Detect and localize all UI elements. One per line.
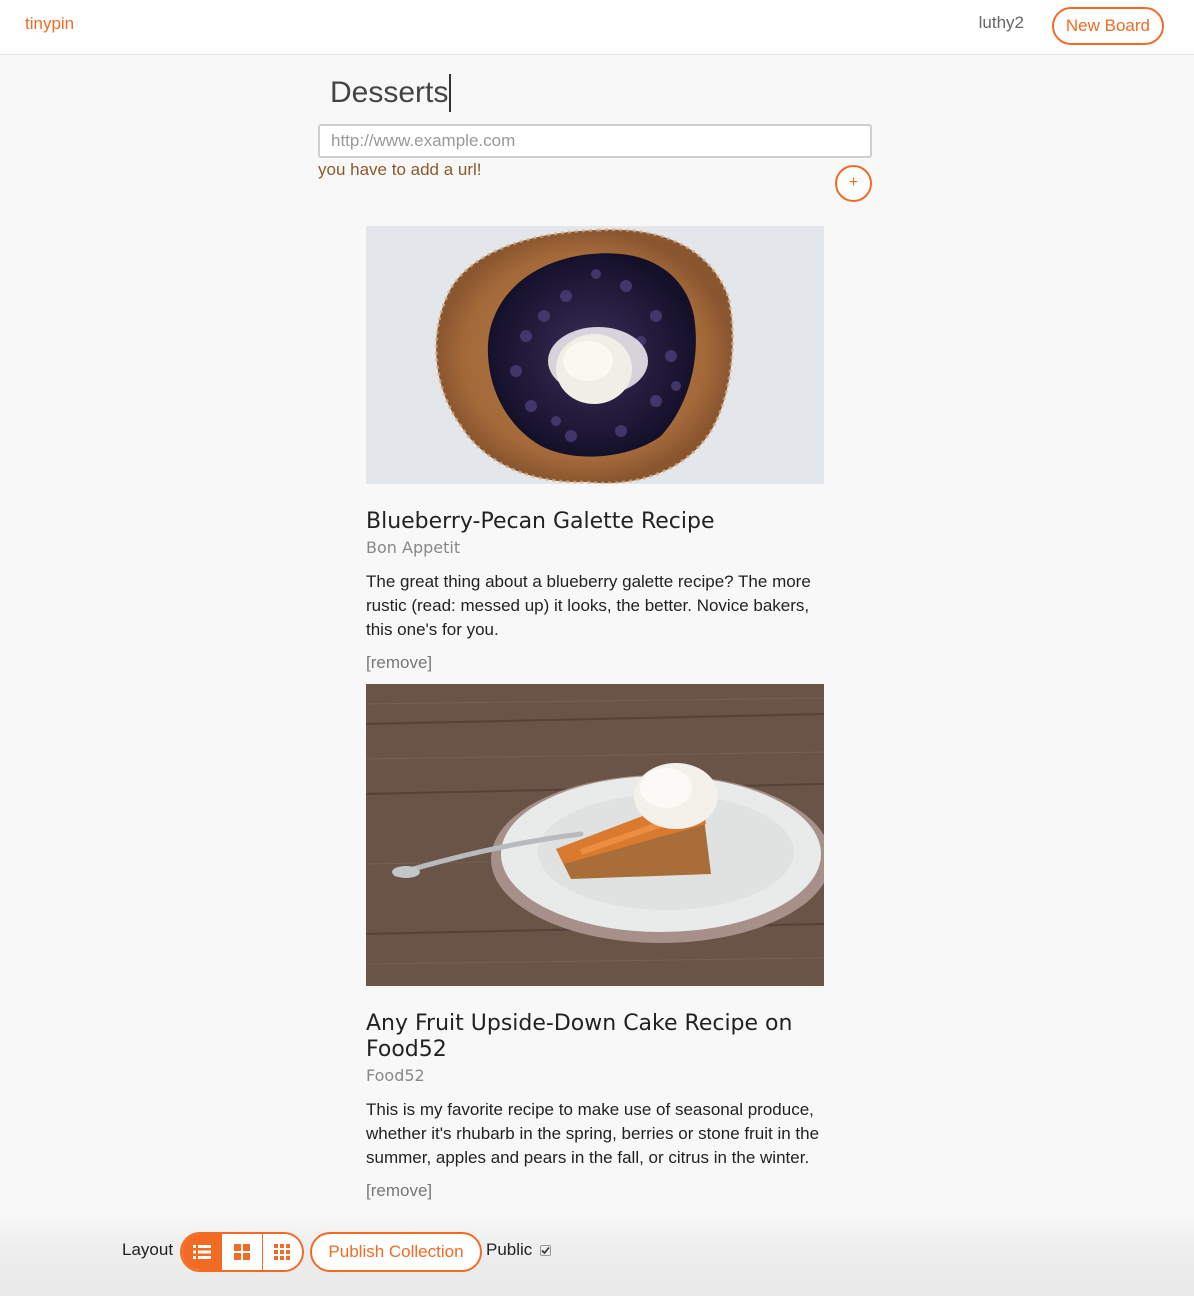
pin-title[interactable]: Any Fruit Upside-Down Cake Recipe on Foo… [366, 1011, 824, 1063]
publish-collection-button[interactable]: Publish Collection [310, 1232, 482, 1272]
pin-source: Bon Appetit [366, 538, 461, 557]
layout-toggle-group [180, 1232, 304, 1272]
checkmark-icon [541, 1246, 550, 1255]
pin-remove-link[interactable]: [remove] [366, 1180, 432, 1202]
bottom-toolbar [0, 1214, 1194, 1296]
layout-list-button[interactable] [182, 1234, 223, 1270]
pin-source: Food52 [366, 1066, 425, 1085]
galette-photo [366, 226, 824, 485]
pin-description: The great thing about a blueberry galett… [366, 572, 811, 639]
top-navbar: tinypin luthy2 New Board [0, 0, 1194, 55]
pin-image-galette[interactable] [366, 226, 824, 489]
public-label: Public [486, 1240, 533, 1259]
public-checkbox[interactable] [540, 1245, 551, 1256]
brand-link[interactable]: tinypin [25, 14, 74, 34]
cake-photo [366, 684, 824, 986]
new-board-button[interactable]: New Board [1051, 7, 1164, 45]
grid-3x3-icon [274, 1244, 291, 1260]
username-link[interactable]: luthy2 [979, 13, 1024, 33]
pin-title[interactable]: Blueberry-Pecan Galette Recipe [366, 509, 824, 535]
layout-grid-button[interactable] [222, 1234, 263, 1270]
layout-compact-grid-button[interactable] [262, 1234, 302, 1270]
pin-description: This is my favorite recipe to make use o… [366, 1100, 820, 1167]
list-icon [192, 1245, 211, 1259]
grid-2x2-icon [233, 1244, 250, 1260]
add-pin-button[interactable]: + [835, 165, 872, 202]
layout-label: Layout [122, 1240, 174, 1259]
pin-image-cake[interactable] [366, 684, 824, 991]
pin-card: Blueberry-Pecan Galette Recipe Bon Appet… [366, 226, 824, 674]
url-error-message: you have to add a url! [318, 160, 482, 179]
url-input[interactable] [318, 124, 872, 158]
board-title-input[interactable]: Desserts [330, 74, 452, 112]
pin-card: Any Fruit Upside-Down Cake Recipe on Foo… [366, 684, 824, 1202]
pin-remove-link[interactable]: [remove] [366, 652, 432, 674]
